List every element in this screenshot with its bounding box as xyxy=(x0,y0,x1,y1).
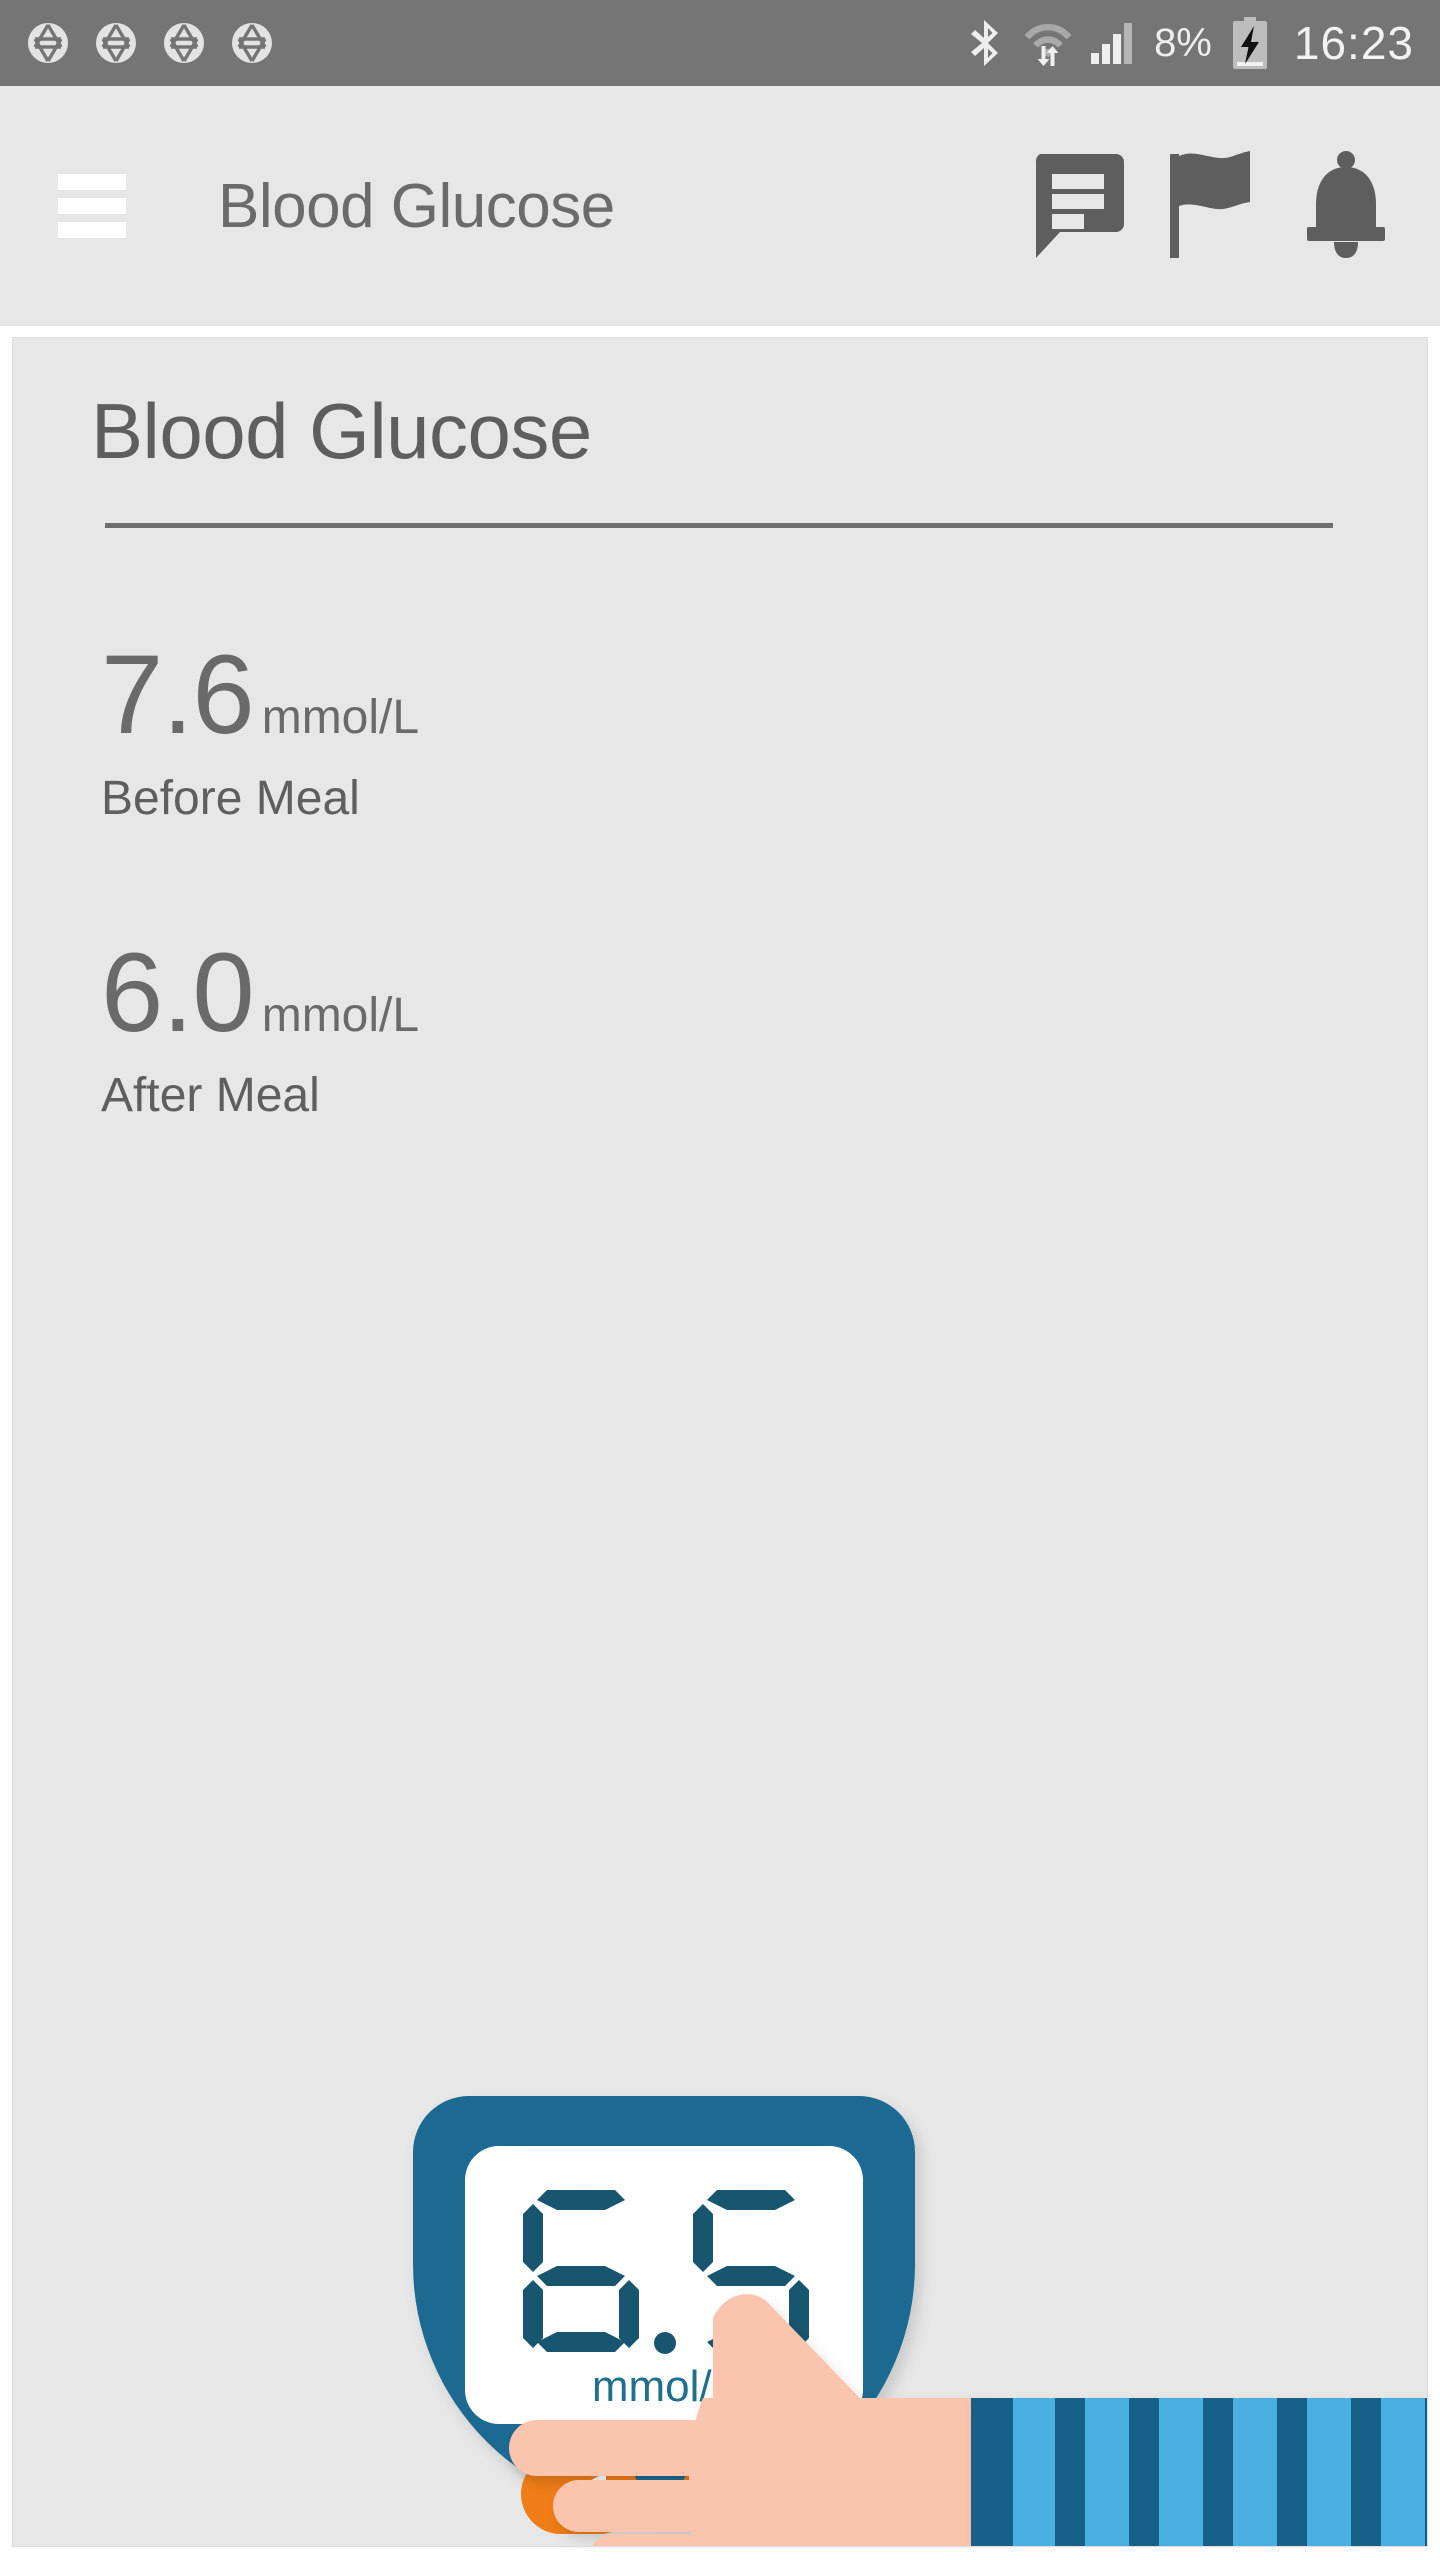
meter-button-right xyxy=(681,2454,799,2534)
glucose-meter-illustration: mmol/L xyxy=(13,1758,1427,2546)
reading-value-row: 7.6 mmol/L xyxy=(101,632,1427,757)
hamburger-bar xyxy=(58,222,126,238)
reading-unit: mmol/L xyxy=(261,691,420,744)
flag-icon[interactable] xyxy=(1166,150,1258,262)
hamburger-bar xyxy=(58,174,126,190)
shutter-icon xyxy=(26,21,70,65)
status-clock: 16:23 xyxy=(1293,17,1414,69)
shutter-icon xyxy=(230,21,274,65)
wifi-transfer-icon xyxy=(1024,20,1072,66)
content-card: Blood Glucose 7.6 mmol/L Before Meal 6.0… xyxy=(12,337,1428,2547)
message-icon[interactable] xyxy=(1032,150,1124,262)
status-system-icons: 8% 16:23 xyxy=(966,17,1414,69)
reading-value-row: 6.0 mmol/L xyxy=(101,929,1427,1055)
shutter-icon xyxy=(162,21,206,65)
reading-before-meal: 7.6 mmol/L Before Meal xyxy=(101,632,1427,826)
bluetooth-icon xyxy=(966,18,1006,68)
page-title: Blood Glucose xyxy=(91,387,592,475)
cellular-signal-icon xyxy=(1090,21,1136,65)
reading-value: 7.6 xyxy=(101,632,255,757)
shutter-icon xyxy=(94,21,138,65)
status-notification-icons xyxy=(26,21,274,65)
app-bar-actions xyxy=(1032,150,1392,262)
battery-charging-icon xyxy=(1230,17,1270,69)
hamburger-menu-icon[interactable] xyxy=(58,174,126,238)
bell-icon[interactable] xyxy=(1300,150,1392,262)
meter-display-unit: mmol/L xyxy=(592,2362,736,2411)
reading-label: Before Meal xyxy=(101,771,360,825)
status-bar: 8% 16:23 xyxy=(0,0,1440,86)
hamburger-bar xyxy=(58,198,126,214)
reading-label: After Meal xyxy=(101,1069,320,1123)
title-divider xyxy=(105,523,1333,528)
reading-value: 6.0 xyxy=(101,929,255,1055)
app-bar-title: Blood Glucose xyxy=(218,171,615,241)
reading-after-meal: 6.0 mmol/L After Meal xyxy=(101,929,1427,1124)
reading-unit: mmol/L xyxy=(261,988,420,1042)
phone-screen: 8% 16:23 Blood Glucose Blood Glucose 7.6… xyxy=(0,0,1440,2560)
battery-percent-label: 8% xyxy=(1154,21,1212,65)
meter-button-left xyxy=(521,2454,639,2534)
app-bar: Blood Glucose xyxy=(0,86,1440,326)
